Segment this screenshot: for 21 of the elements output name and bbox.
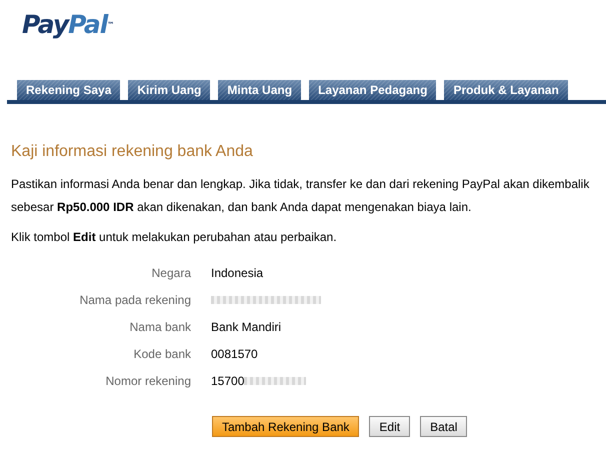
action-button[interactable]: Batal: [420, 416, 468, 437]
add-bank-button[interactable]: Tambah Rekening Bank: [212, 416, 360, 437]
field-value: Indonesia: [211, 266, 264, 280]
hint-text: Klik tombol Edit untuk melakukan perubahan atau perbaikan.: [11, 229, 338, 246]
field-label: Nama bank: [128, 320, 191, 336]
intro-paragraph: Pastikan informasi Anda benar dan lengkap. Jika tidak, transfer ke dan dari rekening PayPal akan dikembalik sebesar Rp50.000 IDR akan dikenakan, dan bank Anda dapat mengenakan biaya lain.: [11, 176, 590, 216]
field-label: Nama pada rekening: [78, 293, 191, 309]
nav-tab[interactable]: Minta Uang: [218, 80, 302, 100]
nav-tab[interactable]: Rekening Saya: [17, 80, 120, 100]
page-heading: Kaji informasi rekening bank Anda: [11, 143, 254, 161]
paypal-logo: PayPal$^{™}$: [22, 10, 114, 40]
nav-tab[interactable]: Layanan Pedagang: [309, 80, 436, 100]
field-label: Nomor rekening: [104, 374, 191, 390]
field-value: Bank Mandiri: [211, 320, 282, 334]
nav-tab[interactable]: Produk & Layanan: [444, 80, 568, 100]
field-label: Kode bank: [132, 347, 191, 363]
action-button[interactable]: Edit: [369, 416, 410, 437]
nav-tab[interactable]: Kirim Uang: [128, 80, 210, 100]
field-value: 15700: [211, 374, 244, 388]
field-label: Negara: [150, 266, 191, 282]
field-value: 0081570: [211, 347, 258, 361]
